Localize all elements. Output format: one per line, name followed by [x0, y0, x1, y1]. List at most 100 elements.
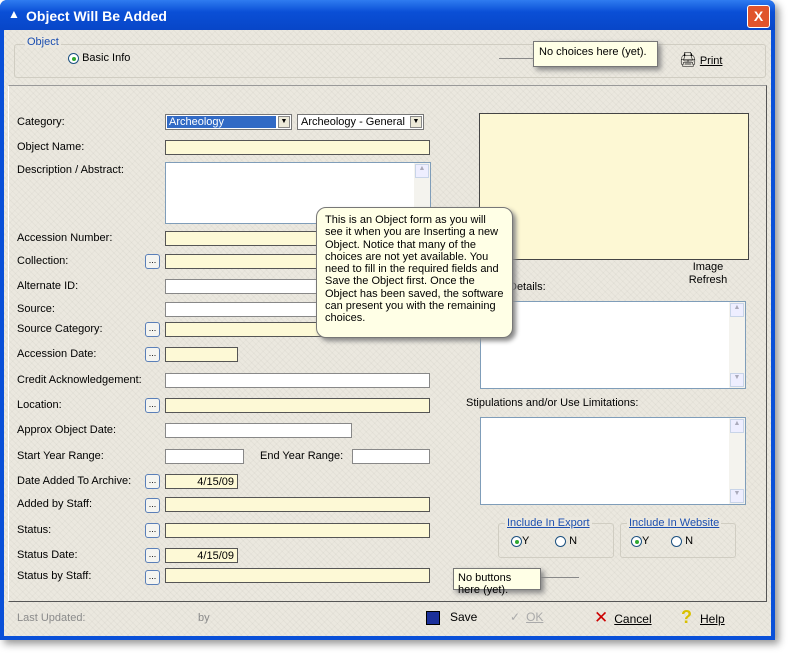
basic-info-radio[interactable]: Basic Info	[68, 52, 130, 64]
approx-date-input[interactable]	[165, 423, 352, 438]
print-button[interactable]: 🖨 Print	[679, 51, 722, 68]
ok-button[interactable]: ✓ OK	[510, 610, 543, 624]
close-button[interactable]: X	[747, 5, 770, 28]
status-by-label: Status by Staff:	[17, 570, 92, 582]
start-year-label: Start Year Range:	[17, 450, 104, 462]
credit-input[interactable]	[165, 373, 430, 388]
category-value: Archeology	[167, 116, 276, 128]
save-label: Save	[450, 610, 478, 624]
accession-date-button[interactable]: ...	[145, 347, 160, 362]
start-year-input[interactable]	[165, 449, 244, 464]
date-added-button[interactable]: ...	[145, 474, 160, 489]
added-by-input[interactable]	[165, 497, 430, 512]
status-by-input[interactable]	[165, 568, 430, 583]
dropdown-arrow-icon: ▼	[278, 116, 290, 128]
approx-date-label: Approx Object Date:	[17, 424, 117, 436]
status-input[interactable]	[165, 523, 430, 538]
subcategory-value: Archeology - General	[301, 116, 405, 128]
radio-icon	[511, 535, 522, 547]
image-box[interactable]	[479, 113, 749, 260]
export-group: Include In Export Y N	[498, 517, 614, 558]
source-category-label: Source Category:	[17, 323, 103, 335]
save-button[interactable]: Save	[426, 610, 477, 625]
radio-icon	[631, 535, 642, 547]
website-no-label: N	[685, 535, 694, 547]
cancel-label: Cancel	[614, 612, 652, 626]
scroll-up-icon[interactable]: ▲	[730, 303, 744, 317]
no-choices-tooltip: No choices here (yet).	[533, 41, 658, 67]
tip-pointer	[541, 577, 579, 578]
help-label: Help	[700, 612, 725, 626]
printer-icon: 🖨	[679, 51, 697, 67]
website-group: Include In Website Y N	[620, 517, 736, 558]
dialog-window: ▲ Object Will Be Added X Object Basic In…	[0, 0, 775, 640]
status-date-input[interactable]: 4/15/09	[165, 548, 238, 563]
help-button[interactable]: ? Help	[681, 607, 725, 628]
object-group-label: Object	[25, 36, 61, 48]
website-no-radio[interactable]: N	[671, 535, 693, 547]
scroll-down-icon[interactable]: ▼	[730, 489, 744, 503]
details-label: Details:	[509, 281, 546, 293]
location-input[interactable]	[165, 398, 430, 413]
radio-icon	[671, 535, 682, 547]
scroll-down-icon[interactable]: ▼	[730, 373, 744, 387]
object-name-input[interactable]	[165, 140, 430, 155]
stipulations-label: Stipulations and/or Use Limitations:	[466, 397, 639, 409]
source-category-browse-button[interactable]: ...	[145, 322, 160, 337]
added-by-label: Added by Staff:	[17, 498, 93, 510]
subcategory-select[interactable]: Archeology - General ▼	[297, 114, 424, 130]
stipulations-textarea[interactable]: ▲ ▼	[480, 417, 746, 505]
accession-date-label: Accession Date:	[17, 348, 97, 360]
ok-label: OK	[526, 610, 544, 624]
cancel-button[interactable]: ✕ Cancel	[594, 608, 652, 628]
dropdown-arrow-icon: ▼	[410, 116, 422, 128]
website-group-label: Include In Website	[627, 517, 722, 529]
print-label: Print	[699, 55, 723, 67]
export-no-radio[interactable]: N	[555, 535, 577, 547]
last-updated-label: Last Updated:	[17, 612, 86, 624]
scroll-up-icon[interactable]: ▲	[730, 419, 744, 433]
end-year-label: End Year Range:	[260, 450, 344, 462]
x-icon: ✕	[594, 608, 609, 627]
scroll-up-icon[interactable]: ▲	[415, 164, 429, 178]
details-textarea[interactable]: ▲ ▼	[480, 301, 746, 389]
description-label: Description / Abstract:	[17, 164, 124, 176]
website-yes-label: Y	[642, 535, 650, 547]
no-buttons-tooltip: No buttons here (yet).	[453, 568, 541, 596]
scrollbar[interactable]: ▲▼	[729, 418, 745, 504]
check-icon: ✓	[510, 610, 521, 624]
date-added-input[interactable]: 4/15/09	[165, 474, 238, 489]
source-label: Source:	[17, 303, 55, 315]
scrollbar[interactable]: ▲▼	[729, 302, 745, 388]
status-button[interactable]: ...	[145, 523, 160, 538]
basic-info-label: Basic Info	[82, 52, 131, 64]
image-refresh-button[interactable]: Image Refresh	[684, 261, 732, 287]
added-by-button[interactable]: ...	[145, 498, 160, 513]
website-yes-radio[interactable]: Y	[631, 535, 649, 547]
radio-icon	[555, 535, 566, 547]
app-icon: ▲	[8, 7, 20, 21]
export-yes-label: Y	[522, 535, 530, 547]
status-by-button[interactable]: ...	[145, 570, 160, 585]
location-label: Location:	[17, 399, 62, 411]
category-select[interactable]: Archeology ▼	[165, 114, 292, 130]
end-year-input[interactable]	[352, 449, 430, 464]
dialog-body: Object Basic Info No choices here (yet).…	[4, 30, 771, 636]
collection-browse-button[interactable]: ...	[145, 254, 160, 269]
floppy-icon	[426, 610, 440, 625]
category-label: Category:	[17, 116, 65, 128]
export-yes-radio[interactable]: Y	[511, 535, 529, 547]
status-date-button[interactable]: ...	[145, 548, 160, 563]
export-group-label: Include In Export	[505, 517, 592, 529]
status-label: Status:	[17, 524, 52, 536]
export-no-label: N	[569, 535, 578, 547]
collection-label: Collection:	[17, 255, 69, 267]
info-tooltip: This is an Object form as you will see i…	[316, 207, 513, 338]
alternate-id-label: Alternate ID:	[17, 280, 79, 292]
location-browse-button[interactable]: ...	[145, 398, 160, 413]
credit-label: Credit Acknowledgement:	[17, 374, 142, 386]
accession-number-label: Accession Number:	[17, 232, 113, 244]
accession-date-input[interactable]	[165, 347, 238, 362]
tip-pointer	[499, 58, 533, 59]
question-icon: ?	[681, 607, 692, 627]
